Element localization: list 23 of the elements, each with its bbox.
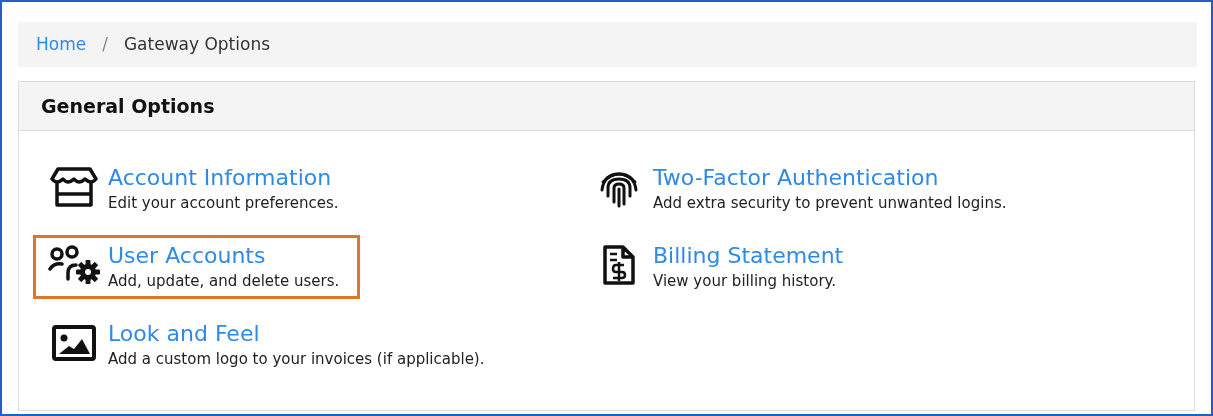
option-description: Add extra security to prevent unwanted logins.: [653, 193, 1007, 214]
option-link[interactable]: User Accounts: [108, 242, 340, 270]
option-link[interactable]: Billing Statement: [653, 242, 844, 270]
breadcrumb-link[interactable]: Home: [36, 31, 87, 58]
option-link[interactable]: Two-Factor Authentication: [653, 164, 1007, 192]
option-item[interactable]: Account Information Edit your account preferences.: [33, 157, 360, 221]
breadcrumb-current: Gateway Options: [123, 32, 271, 56]
option-description: Add a custom logo to your invoices (if applicable).: [108, 349, 485, 370]
panel-title: General Options: [41, 93, 215, 119]
option-description: Edit your account preferences.: [108, 193, 339, 214]
breadcrumb-separator: /: [102, 32, 108, 56]
option-description: View your billing history.: [653, 271, 838, 292]
storefront-icon: [50, 166, 98, 208]
option-item[interactable]: User Accounts Add, update, and delete users.: [33, 235, 361, 299]
option-item[interactable]: Look and Feel Add a custom logo to your invoices (if applicable).: [33, 313, 506, 377]
users-gear-icon: [48, 245, 100, 285]
option-item[interactable]: Two-Factor Authentication Add extra security to prevent unwanted logins.: [578, 157, 1028, 221]
option-item[interactable]: Billing Statement View your billing history.: [578, 235, 865, 299]
option-link[interactable]: Look and Feel: [108, 320, 485, 348]
invoice-dollar-icon: [602, 244, 636, 286]
option-description: Add, update, and delete users.: [108, 271, 340, 292]
image-icon: [52, 325, 96, 361]
option-link[interactable]: Account Information: [108, 164, 339, 192]
